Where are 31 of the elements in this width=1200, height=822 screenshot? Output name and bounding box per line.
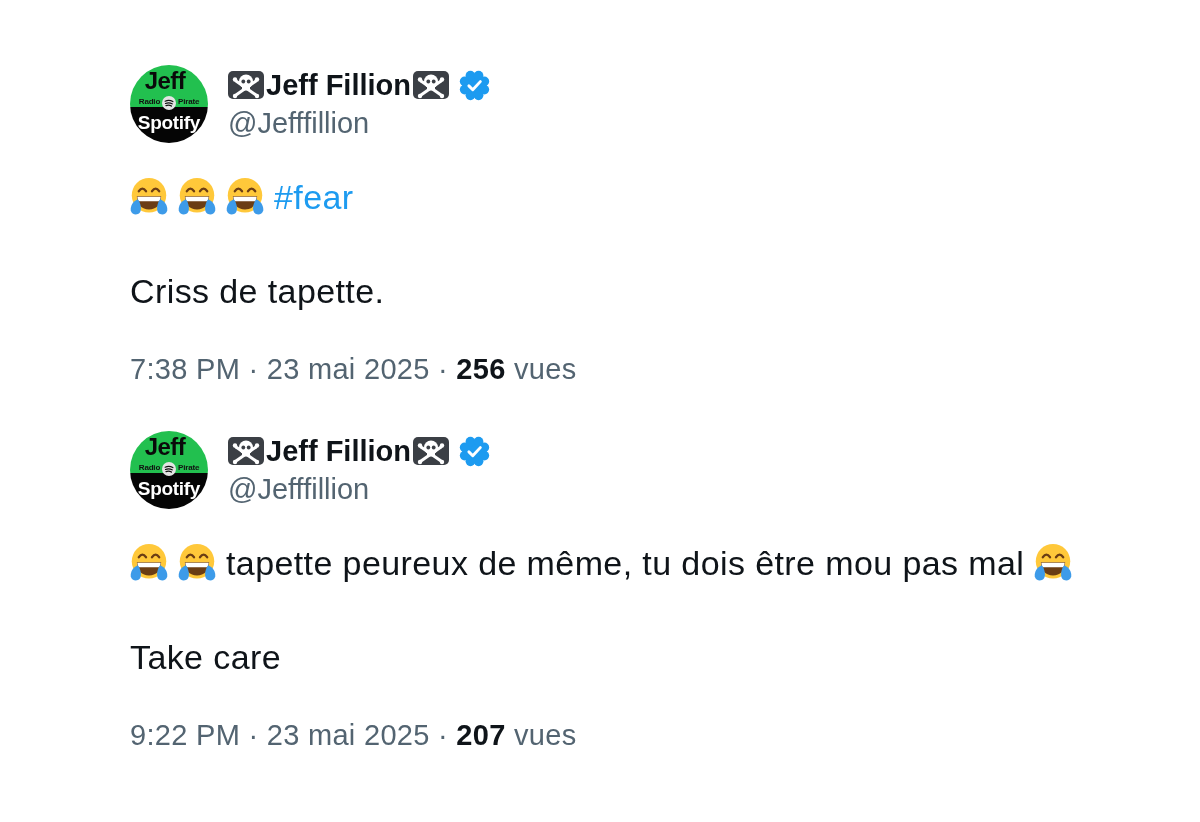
avatar[interactable]: Jeff Radio Pirate Spotify — [130, 431, 208, 509]
avatar-title: Jeff — [144, 70, 186, 92]
sound-waves-disc-icon — [162, 461, 177, 476]
tears-of-joy-emoji-icon — [130, 178, 168, 216]
skull-crossbones-icon — [413, 71, 449, 99]
timestamp-views-text: 7:38 PM · 23 mai 2025 · 256 vues — [130, 352, 577, 387]
tears-of-joy-emoji-icon — [178, 178, 216, 216]
skull-crossbones-icon — [413, 437, 449, 465]
avatar-caption: Spotify — [137, 478, 201, 500]
avatar-label: Radio — [138, 96, 161, 106]
tears-of-joy-emoji-icon — [226, 178, 264, 216]
avatar-label: Pirate — [178, 96, 200, 106]
tears-of-joy-emoji-icon — [178, 544, 216, 582]
author-name[interactable]: Jeff Fillion — [266, 433, 411, 469]
avatar-label: Radio — [138, 462, 161, 472]
tweet-text: tapette peureux de même, tu dois être mou pas mal — [226, 543, 1025, 584]
avatar-label: Pirate — [178, 462, 200, 472]
author-handle[interactable]: @Jefffillion — [228, 105, 490, 141]
avatar-title: Jeff — [144, 436, 186, 458]
timestamp-views-text: 9:22 PM · 23 mai 2025 · 207 vues — [130, 718, 577, 753]
tweet-text: Take care — [130, 637, 281, 678]
tweet-text: Criss de tapette. — [130, 271, 385, 312]
author-name[interactable]: Jeff Fillion — [266, 67, 411, 103]
skull-crossbones-icon — [228, 71, 264, 99]
tears-of-joy-emoji-icon — [130, 544, 168, 582]
avatar[interactable]: Jeff Radio Pirate Spotify — [130, 65, 208, 143]
tears-of-joy-emoji-icon — [1034, 544, 1073, 582]
skull-crossbones-icon — [228, 437, 264, 465]
avatar-caption: Spotify — [137, 112, 201, 134]
author-handle[interactable]: @Jefffillion — [228, 471, 490, 507]
sound-waves-disc-icon — [162, 95, 177, 110]
